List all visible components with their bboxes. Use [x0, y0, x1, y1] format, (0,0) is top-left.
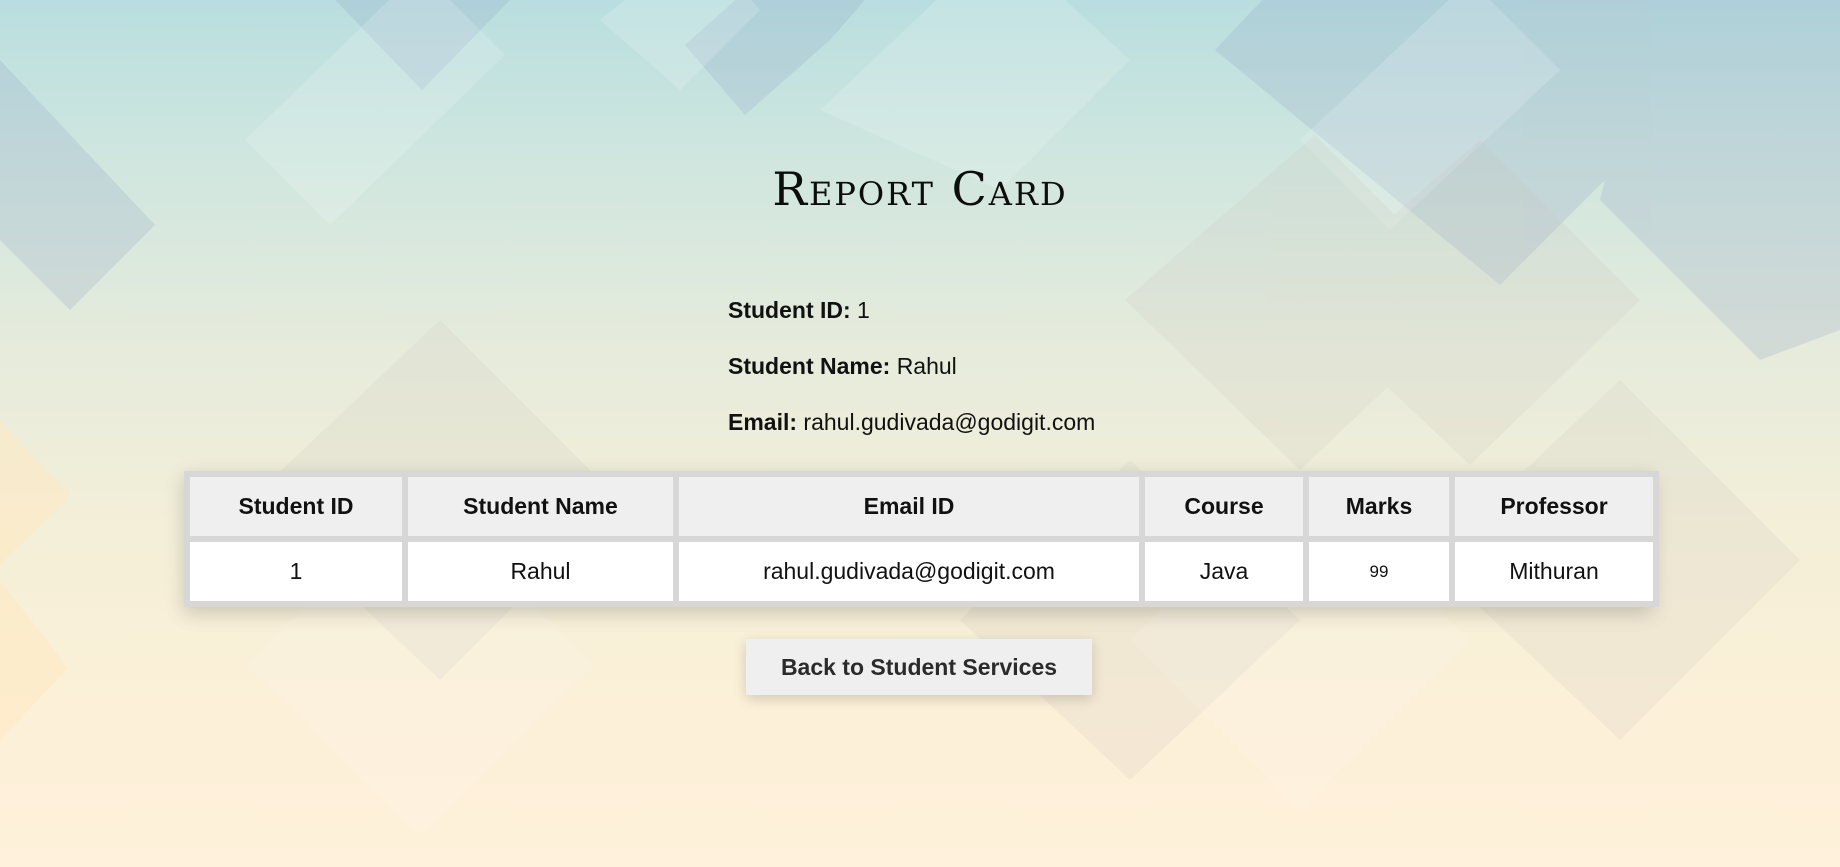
- back-to-student-services-button[interactable]: Back to Student Services: [746, 639, 1092, 695]
- student-name-value: Rahul: [896, 353, 957, 379]
- student-name-row: Student Name: Rahul: [728, 338, 1095, 394]
- cell-marks: 99: [1309, 542, 1449, 601]
- cell-course: Java: [1145, 542, 1303, 601]
- table-header-row: Student ID Student Name Email ID Course …: [190, 477, 1653, 536]
- table-row: 1 Rahul rahul.gudivada@godigit.com Java …: [190, 542, 1653, 601]
- header-student-id: Student ID: [190, 477, 402, 536]
- student-info: Student ID: 1 Student Name: Rahul Email:…: [728, 282, 1095, 450]
- email-label: Email:: [728, 409, 798, 435]
- cell-email-id: rahul.gudivada@godigit.com: [679, 542, 1139, 601]
- header-professor: Professor: [1455, 477, 1653, 536]
- cell-student-id: 1: [190, 542, 402, 601]
- email-value: rahul.gudivada@godigit.com: [803, 409, 1096, 435]
- page-title: Report Card: [772, 162, 1068, 216]
- report-table-container: Student ID Student Name Email ID Course …: [184, 471, 1659, 607]
- student-id-row: Student ID: 1: [728, 282, 1095, 338]
- cell-professor: Mithuran: [1455, 542, 1653, 601]
- email-row: Email: rahul.gudivada@godigit.com: [728, 394, 1095, 450]
- cell-student-name: Rahul: [408, 542, 673, 601]
- student-name-label: Student Name:: [728, 353, 891, 379]
- student-id-value: 1: [857, 297, 870, 323]
- header-student-name: Student Name: [408, 477, 673, 536]
- report-table: Student ID Student Name Email ID Course …: [184, 471, 1659, 607]
- header-course: Course: [1145, 477, 1303, 536]
- header-email-id: Email ID: [679, 477, 1139, 536]
- header-marks: Marks: [1309, 477, 1449, 536]
- report-card-page: Report Card Student ID: 1 Student Name: …: [0, 0, 1840, 867]
- student-id-label: Student ID:: [728, 297, 851, 323]
